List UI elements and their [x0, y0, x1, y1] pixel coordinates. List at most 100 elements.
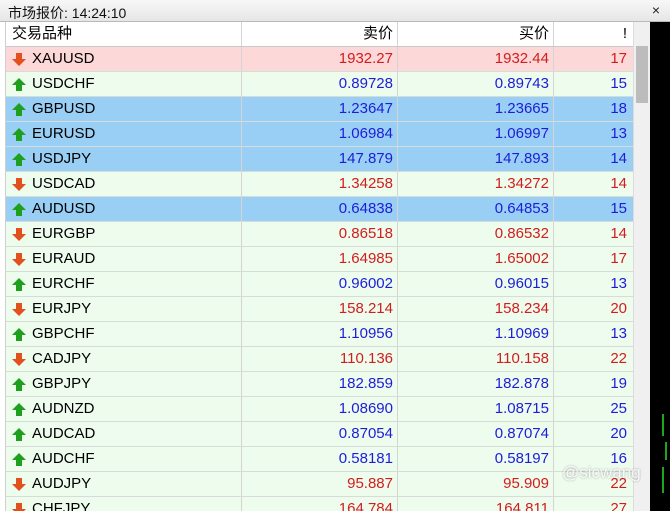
- ask-cell: 1932.44: [398, 47, 554, 71]
- column-header-symbol[interactable]: 交易品种: [6, 22, 242, 46]
- ask-cell: 0.96015: [398, 272, 554, 296]
- symbol-cell: EURGBP: [6, 222, 242, 246]
- bid-cell: 0.87054: [242, 422, 398, 446]
- bid-cell: 1.64985: [242, 247, 398, 271]
- arrow-up-icon: [12, 153, 26, 166]
- ask-cell: 0.87074: [398, 422, 554, 446]
- table-row[interactable]: EURGBP 0.86518 0.86532 14: [6, 222, 634, 247]
- spread-cell: 15: [554, 72, 634, 96]
- arrow-up-icon: [12, 78, 26, 91]
- bid-cell: 182.859: [242, 372, 398, 396]
- table-row[interactable]: AUDCAD 0.87054 0.87074 20: [6, 422, 634, 447]
- table-row[interactable]: AUDCHF 0.58181 0.58197 16: [6, 447, 634, 472]
- spread-cell: 17: [554, 247, 634, 271]
- chart-edge-tick: [662, 467, 664, 493]
- symbol-label: AUDCAD: [32, 425, 96, 442]
- table-row[interactable]: USDCHF 0.89728 0.89743 15: [6, 72, 634, 97]
- table-row[interactable]: GBPUSD 1.23647 1.23665 18: [6, 97, 634, 122]
- watermark: @sicwang: [562, 463, 641, 482]
- table-row[interactable]: EURCHF 0.96002 0.96015 13: [6, 272, 634, 297]
- spread-cell: 14: [554, 172, 634, 196]
- ask-cell: 1.23665: [398, 97, 554, 121]
- spread-cell: 15: [554, 197, 634, 221]
- symbol-label: GBPUSD: [32, 100, 96, 117]
- quote-rows: XAUUSD 1932.27 1932.44 17 USDCHF 0.89728 0.897…: [6, 47, 634, 511]
- market-watch-table: 交易品种 卖价 买价 ! XAUUSD 1932.27 1932.44 17 USDCH…: [5, 22, 634, 511]
- symbol-label: GBPJPY: [32, 375, 92, 392]
- spread-cell: 13: [554, 272, 634, 296]
- spread-cell: 20: [554, 422, 634, 446]
- arrow-down-icon: [12, 228, 26, 241]
- table-row[interactable]: EURAUD 1.64985 1.65002 17: [6, 247, 634, 272]
- table-row[interactable]: USDJPY 147.879 147.893 14: [6, 147, 634, 172]
- column-header-bid[interactable]: 卖价: [242, 22, 398, 46]
- table-row[interactable]: AUDNZD 1.08690 1.08715 25: [6, 397, 634, 422]
- ask-cell: 110.158: [398, 347, 554, 371]
- symbol-cell: EURCHF: [6, 272, 242, 296]
- column-header-spread[interactable]: !: [554, 22, 634, 46]
- ask-cell: 182.878: [398, 372, 554, 396]
- bid-cell: 1.23647: [242, 97, 398, 121]
- chart-edge-tick: [665, 442, 667, 460]
- symbol-label: AUDNZD: [32, 400, 95, 417]
- symbol-label: USDCAD: [32, 175, 96, 192]
- symbol-cell: GBPUSD: [6, 97, 242, 121]
- table-row[interactable]: AUDJPY 95.887 95.909 22: [6, 472, 634, 497]
- arrow-up-icon: [12, 453, 26, 466]
- symbol-cell: USDJPY: [6, 147, 242, 171]
- symbol-label: AUDJPY: [32, 475, 92, 492]
- arrow-up-icon: [12, 378, 26, 391]
- bid-cell: 147.879: [242, 147, 398, 171]
- ask-cell: 0.64853: [398, 197, 554, 221]
- spread-cell: 13: [554, 122, 634, 146]
- table-row[interactable]: USDCAD 1.34258 1.34272 14: [6, 172, 634, 197]
- arrow-up-icon: [12, 128, 26, 141]
- arrow-up-icon: [12, 203, 26, 216]
- symbol-cell: USDCAD: [6, 172, 242, 196]
- table-row[interactable]: AUDUSD 0.64838 0.64853 15: [6, 197, 634, 222]
- symbol-label: USDCHF: [32, 75, 95, 92]
- ask-cell: 1.10969: [398, 322, 554, 346]
- symbol-cell: AUDJPY: [6, 472, 242, 496]
- symbol-cell: AUDUSD: [6, 197, 242, 221]
- symbol-label: EURJPY: [32, 300, 92, 317]
- column-header-ask[interactable]: 买价: [398, 22, 554, 46]
- arrow-down-icon: [12, 53, 26, 66]
- table-row[interactable]: EURUSD 1.06984 1.06997 13: [6, 122, 634, 147]
- spread-cell: 25: [554, 397, 634, 421]
- bid-cell: 1.06984: [242, 122, 398, 146]
- symbol-cell: CHFJPY: [6, 497, 242, 511]
- table-row[interactable]: GBPJPY 182.859 182.878 19: [6, 372, 634, 397]
- bid-cell: 95.887: [242, 472, 398, 496]
- arrow-down-icon: [12, 253, 26, 266]
- window-title: 市场报价: 14:24:10: [8, 5, 127, 21]
- arrow-up-icon: [12, 428, 26, 441]
- arrow-down-icon: [12, 478, 26, 491]
- vertical-scrollbar[interactable]: [633, 22, 650, 511]
- symbol-cell: GBPJPY: [6, 372, 242, 396]
- symbol-cell: GBPCHF: [6, 322, 242, 346]
- spread-cell: 18: [554, 97, 634, 121]
- arrow-up-icon: [12, 278, 26, 291]
- symbol-label: EURGBP: [32, 225, 96, 242]
- scrollbar-thumb[interactable]: [636, 46, 648, 103]
- arrow-down-icon: [12, 353, 26, 366]
- table-row[interactable]: XAUUSD 1932.27 1932.44 17: [6, 47, 634, 72]
- ask-cell: 147.893: [398, 147, 554, 171]
- bid-cell: 1932.27: [242, 47, 398, 71]
- table-row[interactable]: EURJPY 158.214 158.234 20: [6, 297, 634, 322]
- table-row[interactable]: CADJPY 110.136 110.158 22: [6, 347, 634, 372]
- close-icon[interactable]: ×: [652, 1, 660, 19]
- symbol-cell: AUDNZD: [6, 397, 242, 421]
- symbol-label: CHFJPY: [32, 500, 91, 511]
- ask-cell: 164.811: [398, 497, 554, 511]
- spread-cell: 27: [554, 497, 634, 511]
- table-row[interactable]: GBPCHF 1.10956 1.10969 13: [6, 322, 634, 347]
- ask-cell: 1.34272: [398, 172, 554, 196]
- window-titlebar: 市场报价: 14:24:10 ×: [0, 0, 670, 22]
- table-row[interactable]: CHFJPY 164.784 164.811 27: [6, 497, 634, 511]
- bid-cell: 0.58181: [242, 447, 398, 471]
- arrow-up-icon: [12, 328, 26, 341]
- symbol-cell: AUDCHF: [6, 447, 242, 471]
- arrow-down-icon: [12, 503, 26, 511]
